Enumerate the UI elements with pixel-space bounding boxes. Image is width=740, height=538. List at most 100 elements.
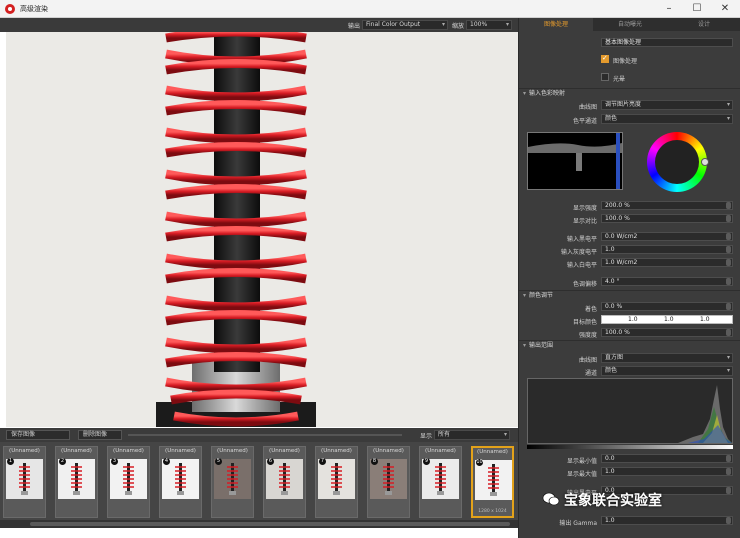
zoom-select-value: 100% <box>470 21 488 28</box>
tab-image-processing[interactable]: 图像处理 <box>519 18 593 31</box>
color-adjust-title: 颜色调节 <box>529 292 554 299</box>
render-image <box>6 32 518 427</box>
curve-select[interactable]: 调节图片亮度 ▾ <box>601 100 733 110</box>
spinner-icon[interactable] <box>726 455 731 462</box>
minimize-icon[interactable]: – <box>660 2 678 16</box>
chevron-down-icon: ▾ <box>505 21 509 28</box>
input-black-field[interactable]: 0.0 W/cm2 <box>601 232 733 241</box>
scrollbar-thumb[interactable] <box>30 522 510 526</box>
snapshot-number-badge: 6 <box>267 458 274 465</box>
color-adjust-section[interactable]: ▾ 颜色调节 <box>519 290 740 300</box>
histogram-channel-label: 通道 <box>584 370 597 377</box>
snapshot-scrollbar[interactable] <box>0 520 518 528</box>
snapshot-name: (Unnamed) <box>425 448 456 454</box>
spinner-icon[interactable] <box>726 278 731 285</box>
snapshot-thumbnail[interactable]: (Unnamed) 10 1280 x 1024 <box>471 446 514 518</box>
histogram-mode-select[interactable]: 直方图 ▾ <box>601 353 733 363</box>
display-max-field[interactable]: 1.0 <box>601 467 733 476</box>
snapshot-thumbnail[interactable]: (Unnamed) 1 <box>3 446 46 518</box>
spinner-icon[interactable] <box>726 487 731 494</box>
maximize-icon[interactable]: ☐ <box>688 2 706 16</box>
snapshot-thumbnail[interactable]: (Unnamed) 2 <box>55 446 98 518</box>
saturation-value: 0.0 % <box>605 303 623 310</box>
render-viewport[interactable] <box>6 32 518 427</box>
display-contrast-field[interactable]: 100.0 % <box>601 214 733 223</box>
snapshot-thumbnail[interactable]: (Unnamed) 3 <box>107 446 150 518</box>
glare-label: 光晕 <box>613 76 626 83</box>
zoom-label: 缩放 <box>452 23 465 30</box>
histogram-graph <box>528 379 732 443</box>
close-icon[interactable]: ✕ <box>716 2 734 16</box>
snapshot-number-badge: 1 <box>7 458 14 465</box>
panel-tabs: 图像处理 自动曝光 设计 <box>519 18 740 31</box>
zoom-slider[interactable] <box>128 434 402 436</box>
snapshot-number-badge: 9 <box>423 458 430 465</box>
snapshot-thumbnail[interactable]: (Unnamed) 6 <box>263 446 306 518</box>
saturation-field[interactable]: 0.0 % <box>601 302 733 311</box>
color-wheel[interactable] <box>647 132 709 192</box>
channel-select[interactable]: 颜色 ▾ <box>601 114 733 124</box>
properties-panel: 图像处理 自动曝光 设计 基本图像处理 图像处理 光晕 ▾输入色彩映射 曲线图 … <box>518 18 740 538</box>
snapshot-image <box>370 459 407 499</box>
snapshot-thumbnail[interactable]: (Unnamed) 8 <box>367 446 410 518</box>
output-select[interactable]: Final Color Output ▾ <box>362 20 448 30</box>
snapshot-thumbnail[interactable]: (Unnamed) 7 <box>315 446 358 518</box>
spinner-icon[interactable] <box>726 233 731 240</box>
spinner-icon[interactable] <box>726 303 731 310</box>
snapshot-number-badge: 4 <box>163 458 170 465</box>
enable-image-processing-checkbox[interactable] <box>601 54 609 63</box>
histogram-mode-value: 直方图 <box>605 354 624 361</box>
tab-auto-exposure[interactable]: 自动曝光 <box>593 18 667 31</box>
histogram-channel-select[interactable]: 颜色 ▾ <box>601 366 733 376</box>
camera-label: 曲线图 <box>578 104 597 111</box>
chevron-down-icon: ▾ <box>726 115 730 122</box>
snapshot-number-badge: 5 <box>215 458 222 465</box>
snapshot-thumbnail[interactable]: (Unnamed) 4 <box>159 446 202 518</box>
spinner-icon[interactable] <box>726 468 731 475</box>
glare-checkbox[interactable] <box>601 73 609 81</box>
output-gamma-value: 1.0 <box>605 517 615 524</box>
histogram-channel-value: 颜色 <box>605 367 618 374</box>
display-min-field[interactable]: 0.0 <box>601 454 733 463</box>
input-gamma-field[interactable]: 1.0 <box>601 245 733 254</box>
hue-shift-field[interactable]: 4.0 ° <box>601 277 733 286</box>
window-title: 高级渲染 <box>20 5 48 13</box>
save-image-button[interactable]: 保存图像 <box>6 430 70 440</box>
sort-select[interactable]: 所有 ▾ <box>434 430 510 440</box>
output-level-gradient[interactable] <box>527 445 733 449</box>
snapshot-thumbnail[interactable]: (Unnamed) 9 <box>419 446 462 518</box>
snapshot-thumbnail[interactable]: (Unnamed) 5 <box>211 446 254 518</box>
display-strength-label: 显示强度 <box>572 205 597 212</box>
target-color-field[interactable]: 1.0 1.0 1.0 <box>601 315 733 324</box>
snapshot-image <box>266 459 303 499</box>
input-white-label: 输入白电平 <box>566 262 597 269</box>
hue-handle[interactable] <box>701 158 709 166</box>
display-strength-field[interactable]: 200.0 % <box>601 201 733 210</box>
output-range-section[interactable]: ▾ 输出范围 <box>519 340 740 350</box>
spinner-icon[interactable] <box>726 329 731 336</box>
tab-design[interactable]: 设计 <box>667 18 740 31</box>
chevron-down-icon: ▾ <box>441 21 445 28</box>
display-contrast-label: 显示对比 <box>572 218 597 225</box>
spinner-icon[interactable] <box>726 259 731 266</box>
input-white-field[interactable]: 1.0 W/cm2 <box>601 258 733 267</box>
output-gamma-field[interactable]: 1.0 <box>601 516 733 525</box>
strength-field[interactable]: 100.0 % <box>601 328 733 337</box>
snapshot-number-badge: 7 <box>319 458 326 465</box>
delete-image-button[interactable]: 删除图像 <box>78 430 122 440</box>
histogram[interactable] <box>527 378 733 444</box>
snapshot-resolution: 1280 x 1024 <box>478 509 507 514</box>
zoom-select[interactable]: 100% ▾ <box>466 20 512 30</box>
spinner-icon[interactable] <box>726 517 731 524</box>
preset-name-field[interactable]: 基本图像处理 <box>601 38 733 47</box>
spinner-icon[interactable] <box>726 202 731 209</box>
snapshot-number-badge: 2 <box>59 458 66 465</box>
tone-curve-preview[interactable] <box>527 132 623 190</box>
tone-mapping-section[interactable]: ▾ 输入色彩映射 <box>519 88 740 98</box>
display-max-value: 1.0 <box>605 468 615 475</box>
spinner-icon[interactable] <box>726 246 731 253</box>
input-black-value: 0.0 W/cm2 <box>605 233 638 240</box>
snapshot-image <box>58 459 95 499</box>
snapshot-name: (Unnamed) <box>477 449 508 455</box>
spinner-icon[interactable] <box>726 215 731 222</box>
